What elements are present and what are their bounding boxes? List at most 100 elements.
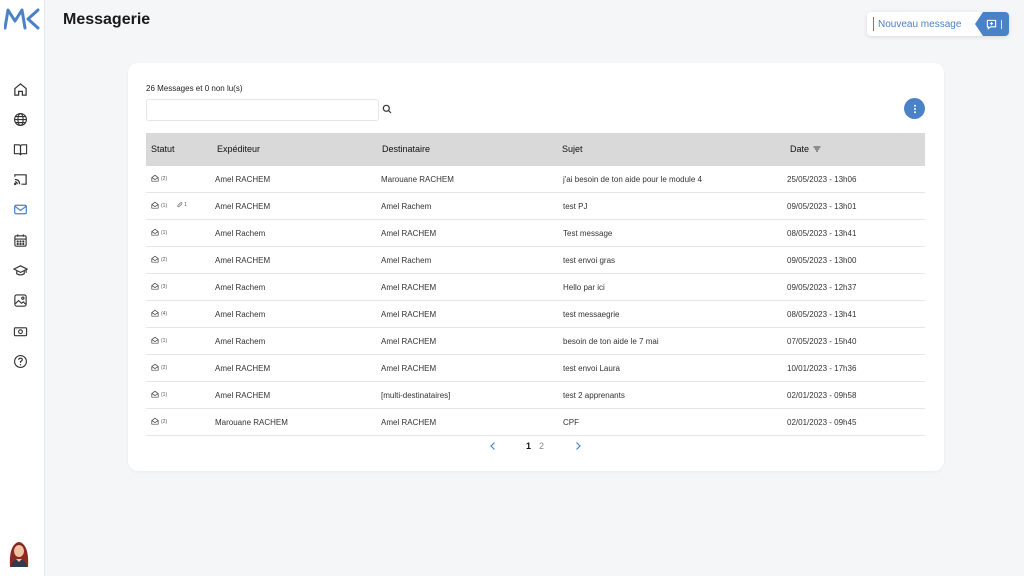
user-avatar[interactable] bbox=[6, 539, 32, 567]
message-status: (2) bbox=[151, 255, 167, 263]
mail-icon bbox=[14, 204, 27, 215]
table-row[interactable]: (1) 1 Amel RACHEM Amel Rachem test PJ 09/05/2… bbox=[146, 193, 925, 220]
page-1-link[interactable]: 1 bbox=[526, 441, 531, 451]
envelope-open-icon bbox=[151, 282, 159, 290]
cell-subject: test 2 apprenants bbox=[563, 391, 625, 400]
chevron-right-icon[interactable] bbox=[573, 441, 583, 451]
message-count: (2) bbox=[161, 365, 168, 371]
cell-date: 02/01/2023 - 09h58 bbox=[787, 391, 857, 400]
mk-logo[interactable] bbox=[4, 8, 40, 30]
cell-subject: test envoi gras bbox=[563, 256, 616, 265]
attachment-indicator: 1 bbox=[177, 202, 187, 208]
message-status: (1) 1 bbox=[151, 201, 187, 209]
cell-recipient: [multi-destinataires] bbox=[381, 391, 451, 400]
sidebar-item-trainings[interactable] bbox=[12, 262, 29, 279]
message-status: (3) bbox=[151, 282, 167, 290]
cell-date: 08/05/2023 - 13h41 bbox=[787, 229, 857, 238]
table-row[interactable]: (1) Amel RACHEM [multi-destinataires] test … bbox=[146, 382, 925, 409]
table-row[interactable]: (2) Marouane RACHEM Amel RACHEM CPF 02/01/20… bbox=[146, 409, 925, 436]
table-row[interactable]: (2) Amel RACHEM Amel RACHEM test envoi Laur… bbox=[146, 355, 925, 382]
cell-sender: Amel RACHEM bbox=[215, 175, 271, 184]
home-icon bbox=[14, 83, 27, 96]
cell-date: 25/05/2023 - 13h06 bbox=[787, 175, 857, 184]
cell-sender: Amel RACHEM bbox=[215, 202, 271, 211]
message-count: (2) bbox=[161, 419, 168, 425]
envelope-open-icon bbox=[151, 336, 159, 344]
cell-date: 02/01/2023 - 09h45 bbox=[787, 418, 857, 427]
column-sender[interactable]: Expéditeur bbox=[217, 144, 260, 154]
cell-subject: Test message bbox=[563, 229, 613, 238]
image-icon bbox=[14, 294, 27, 307]
cell-subject: test envoi Laura bbox=[563, 364, 620, 373]
new-message-button[interactable]: Nouveau message bbox=[867, 12, 1009, 36]
sidebar-item-library[interactable] bbox=[12, 141, 29, 158]
sidebar-item-messages[interactable] bbox=[12, 201, 29, 218]
message-count: (1) bbox=[161, 203, 168, 209]
sidebar-item-home[interactable] bbox=[12, 81, 29, 98]
sidebar bbox=[0, 0, 45, 576]
book-icon bbox=[13, 144, 28, 156]
table-row[interactable]: (1) Amel Rachem Amel RACHEM besoin de ton a… bbox=[146, 328, 925, 355]
sidebar-item-billing[interactable] bbox=[12, 323, 29, 340]
message-count: (1) bbox=[161, 230, 168, 236]
message-status: (2) bbox=[151, 417, 167, 425]
table-row[interactable]: (1) Amel Rachem Amel RACHEM Test message 08/… bbox=[146, 220, 925, 247]
search-input[interactable] bbox=[146, 99, 379, 121]
envelope-open-icon bbox=[151, 417, 159, 425]
cell-recipient: Amel RACHEM bbox=[381, 229, 437, 238]
cell-sender: Amel RACHEM bbox=[215, 364, 271, 373]
new-message-tick bbox=[1001, 19, 1002, 29]
cell-recipient: Amel Rachem bbox=[381, 256, 432, 265]
message-status: (2) bbox=[151, 174, 167, 182]
cell-sender: Amel Rachem bbox=[215, 337, 266, 346]
cell-recipient: Amel RACHEM bbox=[381, 418, 437, 427]
help-icon bbox=[14, 355, 27, 368]
message-count: (1) bbox=[161, 338, 168, 344]
page-2-link[interactable]: 2 bbox=[539, 441, 544, 451]
column-subject[interactable]: Sujet bbox=[562, 144, 583, 154]
message-count: (2) bbox=[161, 176, 168, 182]
table-row[interactable]: (3) Amel Rachem Amel RACHEM Hello par ici 09… bbox=[146, 274, 925, 301]
cell-date: 10/01/2023 - 17h36 bbox=[787, 364, 857, 373]
messages-card: 26 Messages et 0 non lu(s) Statut Expédi… bbox=[128, 63, 944, 471]
envelope-open-icon bbox=[151, 255, 159, 263]
cell-recipient: Marouane RACHEM bbox=[381, 175, 454, 184]
cell-date: 09/05/2023 - 13h00 bbox=[787, 256, 857, 265]
cell-subject: CPF bbox=[563, 418, 579, 427]
cell-date: 09/05/2023 - 12h37 bbox=[787, 283, 857, 292]
table-body: (2) Amel RACHEM Marouane RACHEM j'ai besoin… bbox=[146, 166, 925, 436]
message-status: (1) bbox=[151, 336, 167, 344]
cell-recipient: Amel RACHEM bbox=[381, 310, 437, 319]
globe-icon bbox=[14, 113, 27, 126]
sidebar-item-classes[interactable] bbox=[12, 171, 29, 188]
sidebar-item-media[interactable] bbox=[12, 292, 29, 309]
sidebar-item-calendar[interactable] bbox=[12, 232, 29, 249]
pagination: 1 2 bbox=[484, 439, 584, 453]
column-status[interactable]: Statut bbox=[151, 144, 175, 154]
new-message-icon-button[interactable] bbox=[975, 12, 1009, 36]
more-options-button[interactable] bbox=[904, 98, 925, 119]
table-row[interactable]: (4) Amel Rachem Amel RACHEM test messaegrie… bbox=[146, 301, 925, 328]
cell-sender: Amel Rachem bbox=[215, 283, 266, 292]
column-recipient[interactable]: Destinataire bbox=[382, 144, 430, 154]
cell-sender: Amel RACHEM bbox=[215, 256, 271, 265]
envelope-open-icon bbox=[151, 363, 159, 371]
cell-recipient: Amel RACHEM bbox=[381, 337, 437, 346]
search-icon[interactable] bbox=[382, 104, 392, 114]
table-row[interactable]: (2) Amel RACHEM Amel Rachem test envoi gras… bbox=[146, 247, 925, 274]
cell-subject: besoin de ton aide le 7 mai bbox=[563, 337, 659, 346]
message-count: (3) bbox=[161, 284, 168, 290]
chevron-left-icon[interactable] bbox=[488, 441, 498, 451]
graduation-cap-icon bbox=[13, 265, 28, 276]
message-status: (4) bbox=[151, 309, 167, 317]
chat-icon bbox=[986, 19, 997, 30]
cell-subject: test messaegrie bbox=[563, 310, 620, 319]
cell-sender: Amel RACHEM bbox=[215, 391, 271, 400]
envelope-open-icon bbox=[151, 174, 159, 182]
cell-subject: j'ai besoin de ton aide pour le module 4 bbox=[563, 175, 702, 184]
sidebar-item-help[interactable] bbox=[12, 353, 29, 370]
sidebar-item-web[interactable] bbox=[12, 111, 29, 128]
table-row[interactable]: (2) Amel RACHEM Marouane RACHEM j'ai besoin… bbox=[146, 166, 925, 193]
message-count: (4) bbox=[161, 311, 168, 317]
column-date[interactable]: Date bbox=[790, 144, 821, 154]
